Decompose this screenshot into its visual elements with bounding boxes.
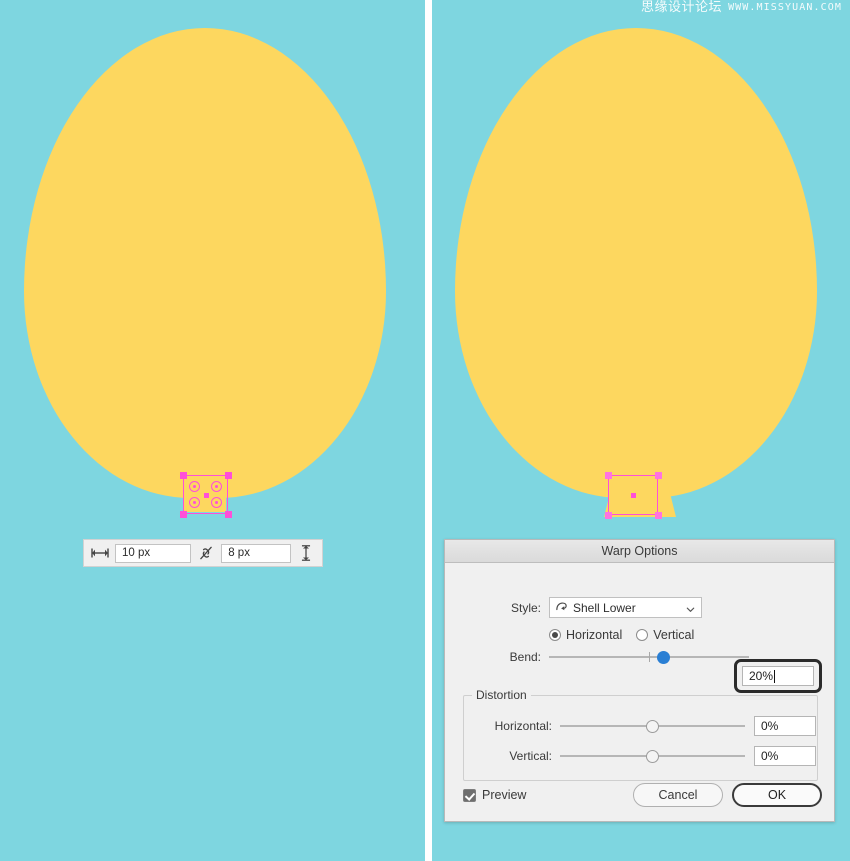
- selection-handle-bottom-right[interactable]: [225, 511, 232, 518]
- radio-horizontal-dot[interactable]: [549, 629, 561, 641]
- distortion-horizontal-thumb[interactable]: [646, 719, 659, 733]
- style-select-value: Shell Lower: [573, 600, 636, 615]
- distortion-vertical-row: Vertical: 0%: [464, 746, 817, 766]
- live-corner-widget-top-right[interactable]: [211, 481, 222, 492]
- distortion-vertical-input[interactable]: 0%: [754, 746, 816, 766]
- style-row: Style: Shell Lower: [463, 597, 816, 618]
- width-arrows-icon: [90, 544, 110, 562]
- live-corner-widget-top-left[interactable]: [189, 481, 200, 492]
- cancel-button[interactable]: Cancel: [633, 783, 723, 807]
- radio-horizontal-label: Horizontal: [566, 628, 623, 642]
- style-label: Style:: [510, 600, 541, 615]
- ok-button[interactable]: OK: [732, 783, 822, 807]
- bend-input-value: 20%: [749, 669, 774, 683]
- transform-measure-toolbar[interactable]: 10 px 8 px: [83, 539, 323, 567]
- height-input[interactable]: 8 px: [221, 543, 292, 563]
- bend-input[interactable]: 20%: [742, 666, 814, 686]
- warp-options-dialog[interactable]: Warp Options Style: Shell Lower Horizont…: [444, 539, 835, 822]
- bend-slider-thumb[interactable]: [656, 650, 670, 664]
- chevron-down-icon: [685, 602, 696, 613]
- dialog-titlebar: Warp Options: [445, 540, 834, 563]
- bend-label: Bend:: [509, 650, 541, 664]
- radio-horizontal[interactable]: Horizontal: [549, 628, 622, 642]
- dialog-body: Style: Shell Lower Horizontal Vertical B…: [445, 563, 834, 823]
- preview-checkbox[interactable]: [463, 788, 476, 802]
- distortion-horizontal-input[interactable]: 0%: [754, 716, 816, 736]
- before-warp-artboard: 10 px 8 px: [0, 0, 425, 861]
- radio-vertical-label: Vertical: [653, 628, 695, 642]
- broken-link-icon[interactable]: [196, 544, 216, 562]
- distortion-vertical-slider[interactable]: [560, 749, 745, 763]
- selection-bounding-box-after: [608, 475, 658, 515]
- distortion-group: Distortion Horizontal: 0% Vertical: 0%: [463, 688, 818, 781]
- selection-bounding-box-before: [183, 475, 228, 514]
- distortion-vertical-thumb[interactable]: [646, 749, 659, 763]
- live-corner-widget-bottom-right[interactable]: [211, 497, 222, 508]
- selection-handle-after-top-right[interactable]: [655, 472, 662, 479]
- text-cursor: [774, 669, 776, 683]
- radio-vertical[interactable]: Vertical: [636, 628, 694, 642]
- selection-center-point: [204, 493, 209, 498]
- distortion-vertical-label: Vertical:: [509, 749, 552, 763]
- selection-handle-after-top-left[interactable]: [605, 472, 612, 479]
- preview-checkbox-wrap[interactable]: Preview: [463, 788, 624, 802]
- selection-handle-after-bottom-right[interactable]: [655, 512, 662, 519]
- live-corner-widget-bottom-left[interactable]: [189, 497, 200, 508]
- style-select[interactable]: Shell Lower: [549, 597, 702, 618]
- selection-center-point-after: [631, 493, 636, 498]
- selection-handle-after-bottom-left[interactable]: [605, 512, 612, 519]
- distortion-legend: Distortion: [472, 688, 531, 702]
- illustrator-canvas: 10 px 8 px 思缘设计论坛 WWW.MISSYUAN.COM Warp …: [0, 0, 850, 861]
- selection-handle-top-left[interactable]: [180, 472, 187, 479]
- distortion-horizontal-label: Horizontal:: [494, 719, 552, 733]
- height-arrows-icon: [296, 544, 316, 562]
- bend-field-focus-ring: 20%: [734, 659, 822, 693]
- dialog-title: Warp Options: [601, 544, 678, 558]
- balloon-body-before[interactable]: [24, 28, 386, 498]
- radio-vertical-dot[interactable]: [636, 629, 649, 641]
- distortion-horizontal-slider[interactable]: [560, 719, 745, 733]
- warp-shell-lower-icon: [555, 601, 568, 614]
- preview-label: Preview: [482, 788, 527, 802]
- selection-handle-bottom-left[interactable]: [180, 511, 187, 518]
- dialog-footer: Preview Cancel OK: [463, 783, 822, 807]
- bend-slider[interactable]: [549, 650, 749, 664]
- bend-slider-zero-tick: [649, 652, 650, 662]
- selection-handle-top-right[interactable]: [225, 472, 232, 479]
- distortion-horizontal-row: Horizontal: 0%: [464, 716, 817, 736]
- width-input[interactable]: 10 px: [115, 543, 192, 563]
- orientation-row: Horizontal Vertical: [549, 628, 816, 642]
